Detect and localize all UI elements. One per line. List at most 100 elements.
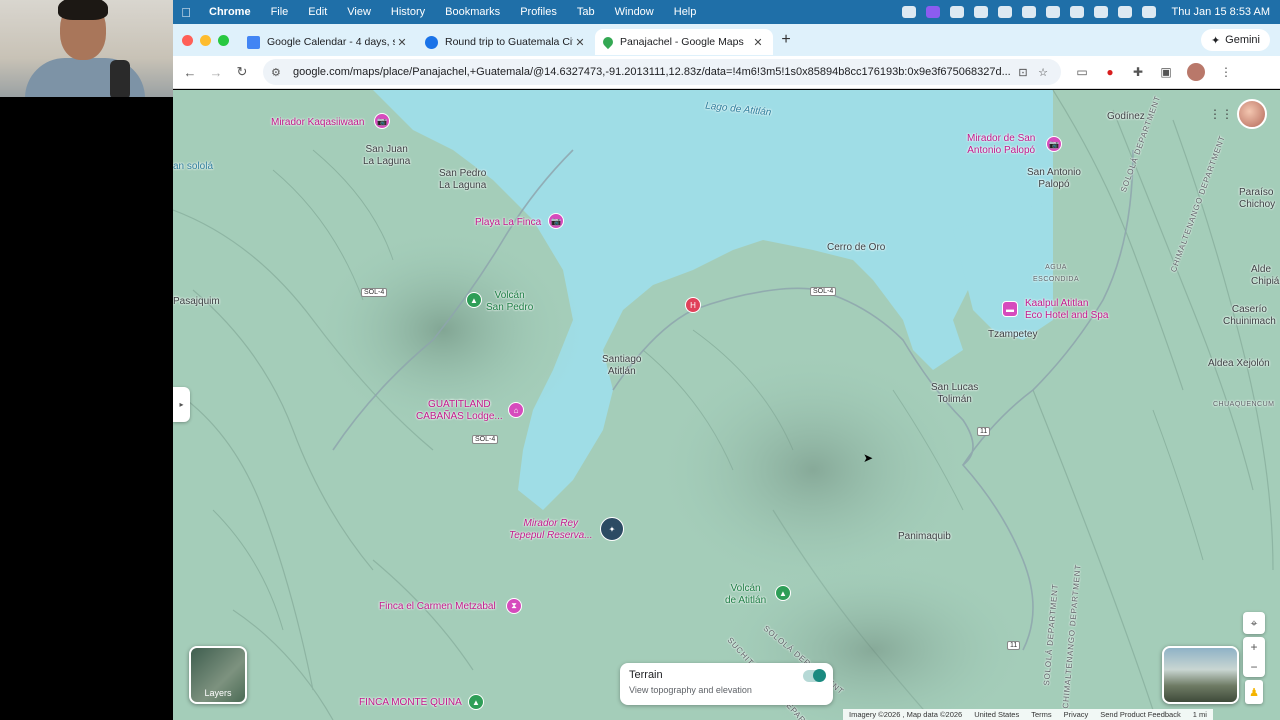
san-juan-label: San Juan La Laguna (363, 144, 411, 167)
apple-menu-icon[interactable]:  (173, 5, 199, 20)
chrome-menu-icon[interactable]: ⋮ (1219, 65, 1233, 79)
extensions-puzzle-icon[interactable]: ✚ (1131, 65, 1145, 79)
extension-icons: ▭ ● ✚ ▣ ⋮ (1075, 63, 1233, 81)
control-center-icon[interactable] (1141, 6, 1156, 18)
san-pedro-label: San Pedro La Laguna (439, 168, 487, 191)
media-control-icon[interactable]: ▣ (1159, 65, 1173, 79)
opera-extension-icon[interactable]: ● (1103, 65, 1117, 79)
road-shield-11: 11 (977, 427, 991, 436)
menu-bookmarks[interactable]: Bookmarks (435, 6, 510, 18)
kaalpul-hotel-pin[interactable]: ▬ (1002, 301, 1018, 317)
zoom-out-button[interactable]: − (1243, 657, 1265, 677)
site-info-icon[interactable]: ⚙ (271, 66, 287, 79)
gemini-sparkle-icon: ✦ (1210, 34, 1221, 47)
tab-google-calendar[interactable]: Google Calendar - 4 days, st ✕ (239, 29, 417, 55)
street-view-thumbnail[interactable] (1162, 646, 1239, 704)
close-tab-icon[interactable]: ✕ (751, 36, 765, 49)
pegman-icon[interactable]: ♟ (1245, 680, 1263, 704)
layers-button[interactable]: Layers (189, 646, 247, 704)
tab-strip: Google Calendar - 4 days, st ✕ Round tri… (173, 24, 1280, 56)
terrain-toggle-card[interactable]: Terrain View topography and elevation (620, 663, 833, 705)
screen-record-icon[interactable] (925, 6, 940, 18)
profile-avatar[interactable] (1187, 63, 1205, 81)
menu-tab[interactable]: Tab (567, 6, 605, 18)
menu-file[interactable]: File (261, 6, 299, 18)
scale-bar[interactable]: 1 mi (1193, 710, 1207, 719)
address-bar[interactable]: ⚙ google.com/maps/place/Panajachel,+Guat… (263, 59, 1061, 85)
volcan-san-pedro-label: Volcán San Pedro (486, 290, 534, 313)
new-tab-button[interactable]: + (773, 31, 799, 49)
menu-help[interactable]: Help (664, 6, 707, 18)
terms-link[interactable]: Terms (1031, 710, 1051, 719)
close-tab-icon[interactable]: ✕ (395, 36, 409, 49)
hospital-pin[interactable]: H (685, 297, 701, 313)
expand-side-panel-button[interactable]: ▸ (173, 387, 190, 422)
feedback-link[interactable]: Send Product Feedback (1100, 710, 1180, 719)
guatitland-pin[interactable]: ⌂ (508, 402, 524, 418)
battery-icon[interactable] (1045, 6, 1060, 18)
volcan-san-pedro-pin[interactable]: ▲ (466, 292, 482, 308)
gemini-button[interactable]: ✦ Gemini (1200, 29, 1270, 51)
tab-google-maps[interactable]: Panajachel - Google Maps ✕ (595, 29, 773, 55)
caserio-label: Caserío Chuinimach (1223, 304, 1276, 327)
agua-escondida-label: AGUA ESCONDIDA (1033, 264, 1080, 283)
kaalpul-hotel-label: Kaalpul Atitlan Eco Hotel and Spa (1025, 298, 1109, 321)
volcan-atitlan-label: Volcán de Atitlán (725, 583, 767, 606)
zoom-in-button[interactable]: + (1243, 637, 1265, 657)
siri-icon[interactable] (1117, 6, 1132, 18)
flights-favicon-icon (425, 35, 438, 49)
pasajquim-label: Pasajquim (173, 296, 220, 307)
playa-la-finca-pin[interactable]: 📷 (548, 213, 564, 229)
tab-round-trip[interactable]: Round trip to Guatemala City ✕ (417, 29, 595, 55)
terrain-toggle-switch[interactable] (803, 669, 826, 682)
menu-view[interactable]: View (337, 6, 381, 18)
maps-pin-favicon-icon (600, 34, 616, 50)
terrain-relief (173, 90, 1280, 720)
menu-edit[interactable]: Edit (298, 6, 337, 18)
search-icon[interactable] (1093, 6, 1108, 18)
bookmark-star-icon[interactable]: ☆ (1033, 66, 1053, 79)
reload-icon[interactable]: ↻ (229, 64, 255, 80)
mirador-kaqasiiwaan-pin[interactable]: 📷 (374, 113, 390, 129)
back-arrow-icon[interactable]: ← (177, 65, 203, 80)
fullscreen-window-button[interactable] (218, 34, 229, 46)
webcam-overlay (0, 0, 173, 97)
wifi-icon[interactable] (1069, 6, 1084, 18)
finca-monte-quina-pin[interactable]: ▲ (468, 694, 484, 710)
install-app-icon[interactable]: ⊡ (1013, 66, 1033, 79)
moon-icon[interactable] (1021, 6, 1036, 18)
imagery-credit: Imagery ©2026 , Map data ©2026 (849, 710, 963, 719)
account-avatar[interactable] (1237, 99, 1267, 129)
left-black-area (0, 97, 173, 720)
browser-toolbar: ← → ↻ ⚙ google.com/maps/place/Panajachel… (173, 56, 1280, 89)
panimaquib-label: Panimaquib (898, 531, 951, 542)
finca-monte-quina-label: FINCA MONTE QUINA (359, 697, 462, 708)
volcan-atitlan-pin[interactable]: ▲ (775, 585, 791, 601)
menu-history[interactable]: History (381, 6, 435, 18)
url-text[interactable]: google.com/maps/place/Panajachel,+Guatem… (293, 66, 1013, 78)
mirador-rey-label: Mirador Rey Tepepul Reserva... (509, 518, 593, 541)
mirador-san-antonio-pin[interactable]: 📷 (1046, 136, 1062, 152)
chuaquencum-label: CHUAQUENCUM (1213, 401, 1275, 408)
menu-profiles[interactable]: Profiles (510, 6, 567, 18)
menu-app-chrome[interactable]: Chrome (199, 6, 261, 18)
macos-menubar:  Chrome File Edit View History Bookmark… (173, 0, 1280, 24)
reading-list-icon[interactable]: ▭ (1075, 65, 1089, 79)
privacy-link[interactable]: Privacy (1064, 710, 1089, 719)
zoom-controls: + − (1243, 637, 1265, 677)
status-app-icon[interactable] (901, 6, 916, 18)
close-tab-icon[interactable]: ✕ (573, 36, 587, 49)
minimize-window-button[interactable] (200, 34, 211, 46)
menu-window[interactable]: Window (605, 6, 664, 18)
my-location-button[interactable]: ⌖ (1243, 612, 1265, 634)
grid-icon[interactable] (973, 6, 988, 18)
status-icon-2[interactable] (949, 6, 964, 18)
map-canvas[interactable]: Lago de Atitlán Godínez Mirador Kaqasiiw… (173, 90, 1280, 720)
menubar-clock[interactable]: Thu Jan 15 8:53 AM (1172, 6, 1270, 18)
finca-carmen-pin[interactable]: ⧗ (506, 598, 522, 614)
close-window-button[interactable] (182, 34, 193, 46)
country-link[interactable]: United States (974, 710, 1019, 719)
forward-arrow-icon[interactable]: → (203, 65, 229, 80)
mirador-rey-photo-pin[interactable]: ✦ (600, 517, 624, 541)
grammarly-icon[interactable] (997, 6, 1012, 18)
